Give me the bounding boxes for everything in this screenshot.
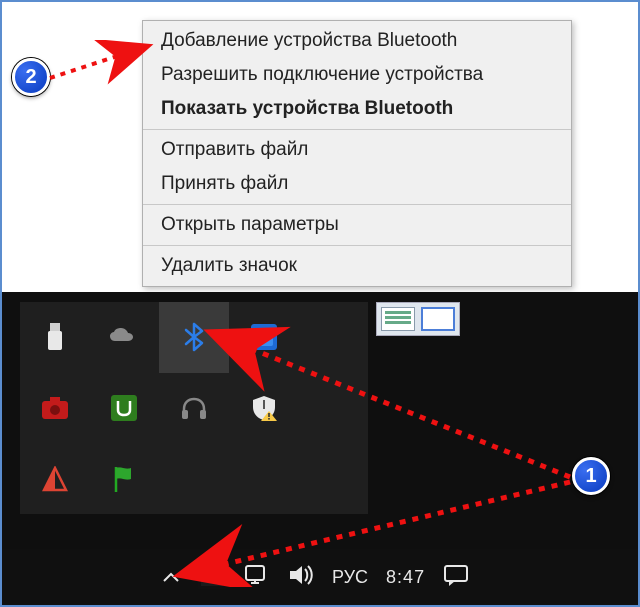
tray-action-icon[interactable] [20,443,90,514]
taskbar-language[interactable]: РУС [332,567,368,588]
callout-badge-1: 1 [572,457,610,495]
bluetooth-context-menu: Добавление устройства Bluetooth Разрешит… [142,20,572,287]
menu-open-settings[interactable]: Открыть параметры [143,208,571,242]
menu-send-file[interactable]: Отправить файл [143,133,571,167]
tray-utorrent-icon[interactable] [90,373,160,444]
tray-flag-icon[interactable] [90,443,160,514]
tray-camera-icon[interactable] [20,373,90,444]
tray-empty [298,443,368,514]
tray-chevron-up-icon[interactable] [162,567,180,588]
tray-headphones-icon[interactable] [159,373,229,444]
tray-intel-icon[interactable] [229,302,299,373]
tray-security-warn-icon[interactable] [229,373,299,444]
task-view-thumbs[interactable] [376,302,460,336]
menu-receive-file[interactable]: Принять файл [143,167,571,201]
taskbar: РУС 8:47 [2,549,638,605]
menu-show-bt-devices[interactable]: Показать устройства Bluetooth [143,92,571,126]
thumb-2[interactable] [421,307,455,331]
tray-onedrive-icon[interactable] [90,302,160,373]
menu-remove-icon[interactable]: Удалить значок [143,249,571,283]
taskbar-clock[interactable]: 8:47 [386,567,425,588]
menu-add-bt-device[interactable]: Добавление устройства Bluetooth [143,24,571,58]
tray-empty [298,302,368,373]
system-tray-popup [20,302,368,514]
tray-empty [159,443,229,514]
tray-usb-icon[interactable] [20,302,90,373]
tray-empty [229,443,299,514]
taskbar-action-center-icon[interactable] [443,563,469,592]
menu-allow-connection[interactable]: Разрешить подключение устройства [143,58,571,92]
tray-empty [298,373,368,444]
tray-bluetooth-icon[interactable] [159,302,229,373]
taskbar-app-icon[interactable] [198,561,226,594]
callout-badge-2: 2 [12,58,50,96]
desktop-dark-area: РУС 8:47 [2,292,638,605]
thumb-1[interactable] [381,307,415,331]
taskbar-volume-icon[interactable] [288,563,314,592]
taskbar-network-icon[interactable] [244,562,270,593]
